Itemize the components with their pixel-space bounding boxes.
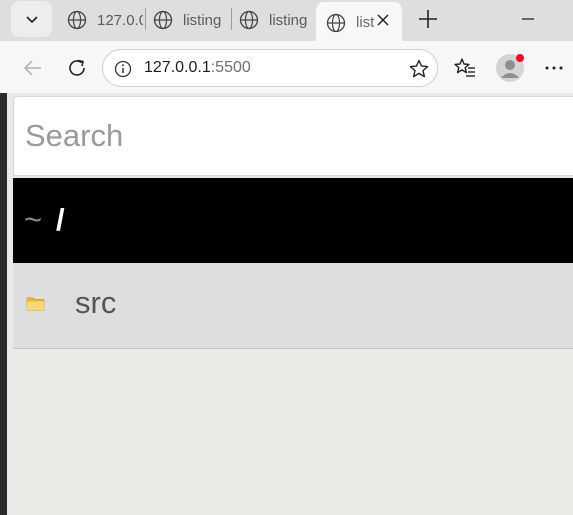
url-text: 127.0.0.1:5500 xyxy=(144,59,251,77)
tab-separator xyxy=(231,8,232,30)
browser-toolbar: 127.0.0.1:5500 xyxy=(0,41,573,93)
tab-2[interactable]: listing xyxy=(152,2,230,38)
globe-icon xyxy=(325,12,347,34)
minimize-icon[interactable] xyxy=(515,8,541,30)
page-content: ~ / src xyxy=(7,93,573,515)
list-item[interactable]: src xyxy=(13,263,573,349)
item-name[interactable]: src xyxy=(75,285,116,321)
info-icon[interactable] xyxy=(114,60,132,78)
globe-icon xyxy=(152,9,174,31)
tab-separator xyxy=(145,8,146,30)
search-input[interactable] xyxy=(14,97,573,175)
tab-3[interactable]: listing xyxy=(238,2,316,38)
tab-title: listing xyxy=(356,14,374,31)
more-button[interactable] xyxy=(538,52,570,84)
tab-title: 127.0.0.1:5500 xyxy=(97,11,143,29)
breadcrumb: ~ / xyxy=(13,178,573,263)
reload-button[interactable] xyxy=(61,52,93,84)
folder-icon xyxy=(26,297,45,311)
plus-icon[interactable] xyxy=(415,6,441,32)
tab-1[interactable]: 127.0.0.1:5500 xyxy=(66,2,144,38)
more-icon xyxy=(545,66,563,70)
tab-title: listing xyxy=(269,11,308,29)
back-arrow-icon xyxy=(23,60,41,76)
tab-active[interactable]: listing xyxy=(316,2,402,43)
globe-icon xyxy=(238,9,260,31)
tab-list-button[interactable] xyxy=(11,1,52,37)
address-bar[interactable]: 127.0.0.1:5500 xyxy=(102,49,438,87)
star-icon[interactable] xyxy=(408,58,430,80)
profile-button[interactable] xyxy=(494,52,526,84)
favorites-list-icon xyxy=(454,58,475,77)
avatar-icon xyxy=(496,54,524,82)
url-host: 127.0.0.1 xyxy=(144,59,211,76)
reload-icon xyxy=(69,59,85,76)
close-icon[interactable] xyxy=(376,13,390,27)
window-edge xyxy=(0,93,7,515)
notification-badge xyxy=(516,54,524,62)
tab-strip: 127.0.0.1:5500 listing listing listing xyxy=(0,0,573,43)
url-port: :5500 xyxy=(210,59,251,76)
globe-icon xyxy=(66,9,88,31)
favorites-button[interactable] xyxy=(449,52,481,84)
back-button[interactable] xyxy=(17,52,49,84)
chevron-down-icon xyxy=(25,16,38,24)
breadcrumb-separator[interactable]: / xyxy=(56,202,65,238)
search-box xyxy=(13,96,573,176)
file-list: src xyxy=(13,263,573,349)
breadcrumb-home[interactable]: ~ xyxy=(24,202,42,238)
tab-title: listing xyxy=(183,11,222,29)
